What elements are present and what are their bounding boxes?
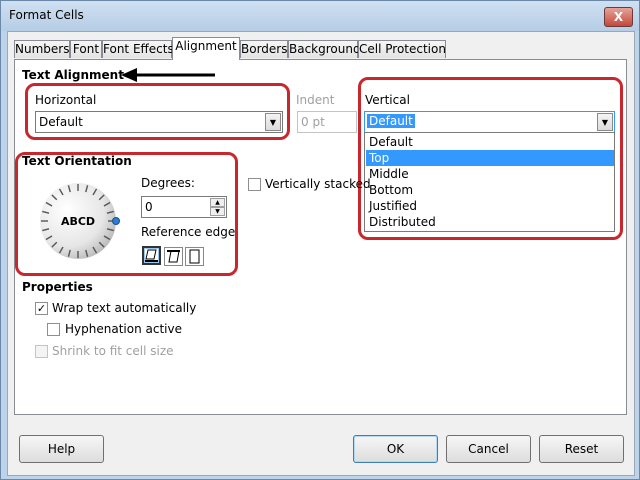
tab-font-effects[interactable]: Font Effects xyxy=(102,40,174,58)
shrink-to-fit-checkbox[interactable] xyxy=(35,345,48,358)
indent-value: 0 pt xyxy=(301,115,325,129)
dialog-client-area: Numbers Font Font Effects Alignment Bord… xyxy=(7,31,635,476)
annotation-horizontal-box xyxy=(25,83,290,140)
annotation-orientation-box xyxy=(15,152,238,276)
text-alignment-heading: Text Alignment xyxy=(22,68,124,82)
ok-button[interactable]: OK xyxy=(353,435,438,463)
help-button[interactable]: Help xyxy=(19,435,104,463)
annotation-vertical-box xyxy=(358,77,623,240)
cancel-button[interactable]: Cancel xyxy=(446,435,531,463)
checkmark-icon: ✓ xyxy=(36,302,47,315)
hyphenation-label[interactable]: Hyphenation active xyxy=(65,322,182,336)
tab-cell-protection[interactable]: Cell Protection xyxy=(358,40,446,58)
hyphenation-checkbox[interactable] xyxy=(47,323,60,336)
tab-background[interactable]: Background xyxy=(288,40,361,58)
format-cells-dialog: Format Cells X Numbers Font Font Effects… xyxy=(0,0,640,480)
wrap-text-checkbox[interactable]: ✓ xyxy=(35,302,48,315)
vertically-stacked-checkbox[interactable] xyxy=(248,178,261,191)
properties-heading: Properties xyxy=(22,280,93,294)
tab-borders[interactable]: Borders xyxy=(240,40,288,58)
vertically-stacked-label[interactable]: Vertically stacked xyxy=(265,177,371,191)
close-button[interactable]: X xyxy=(604,7,633,27)
tab-numbers[interactable]: Numbers xyxy=(14,40,70,58)
close-icon: X xyxy=(613,10,624,24)
tab-alignment[interactable]: Alignment xyxy=(172,37,240,60)
window-title: Format Cells xyxy=(9,8,84,22)
title-bar[interactable]: Format Cells X xyxy=(1,1,639,31)
indent-label: Indent xyxy=(296,93,335,107)
annotation-arrow-icon xyxy=(121,68,215,82)
reset-button[interactable]: Reset xyxy=(539,435,624,463)
shrink-to-fit-label[interactable]: Shrink to fit cell size xyxy=(52,344,174,358)
wrap-text-label[interactable]: Wrap text automatically xyxy=(52,301,196,315)
alignment-tab-panel: Text Alignment Horizontal Default ▼ Inde… xyxy=(14,59,627,415)
indent-spinbox[interactable]: 0 pt xyxy=(297,111,357,133)
tab-font[interactable]: Font xyxy=(70,40,102,58)
